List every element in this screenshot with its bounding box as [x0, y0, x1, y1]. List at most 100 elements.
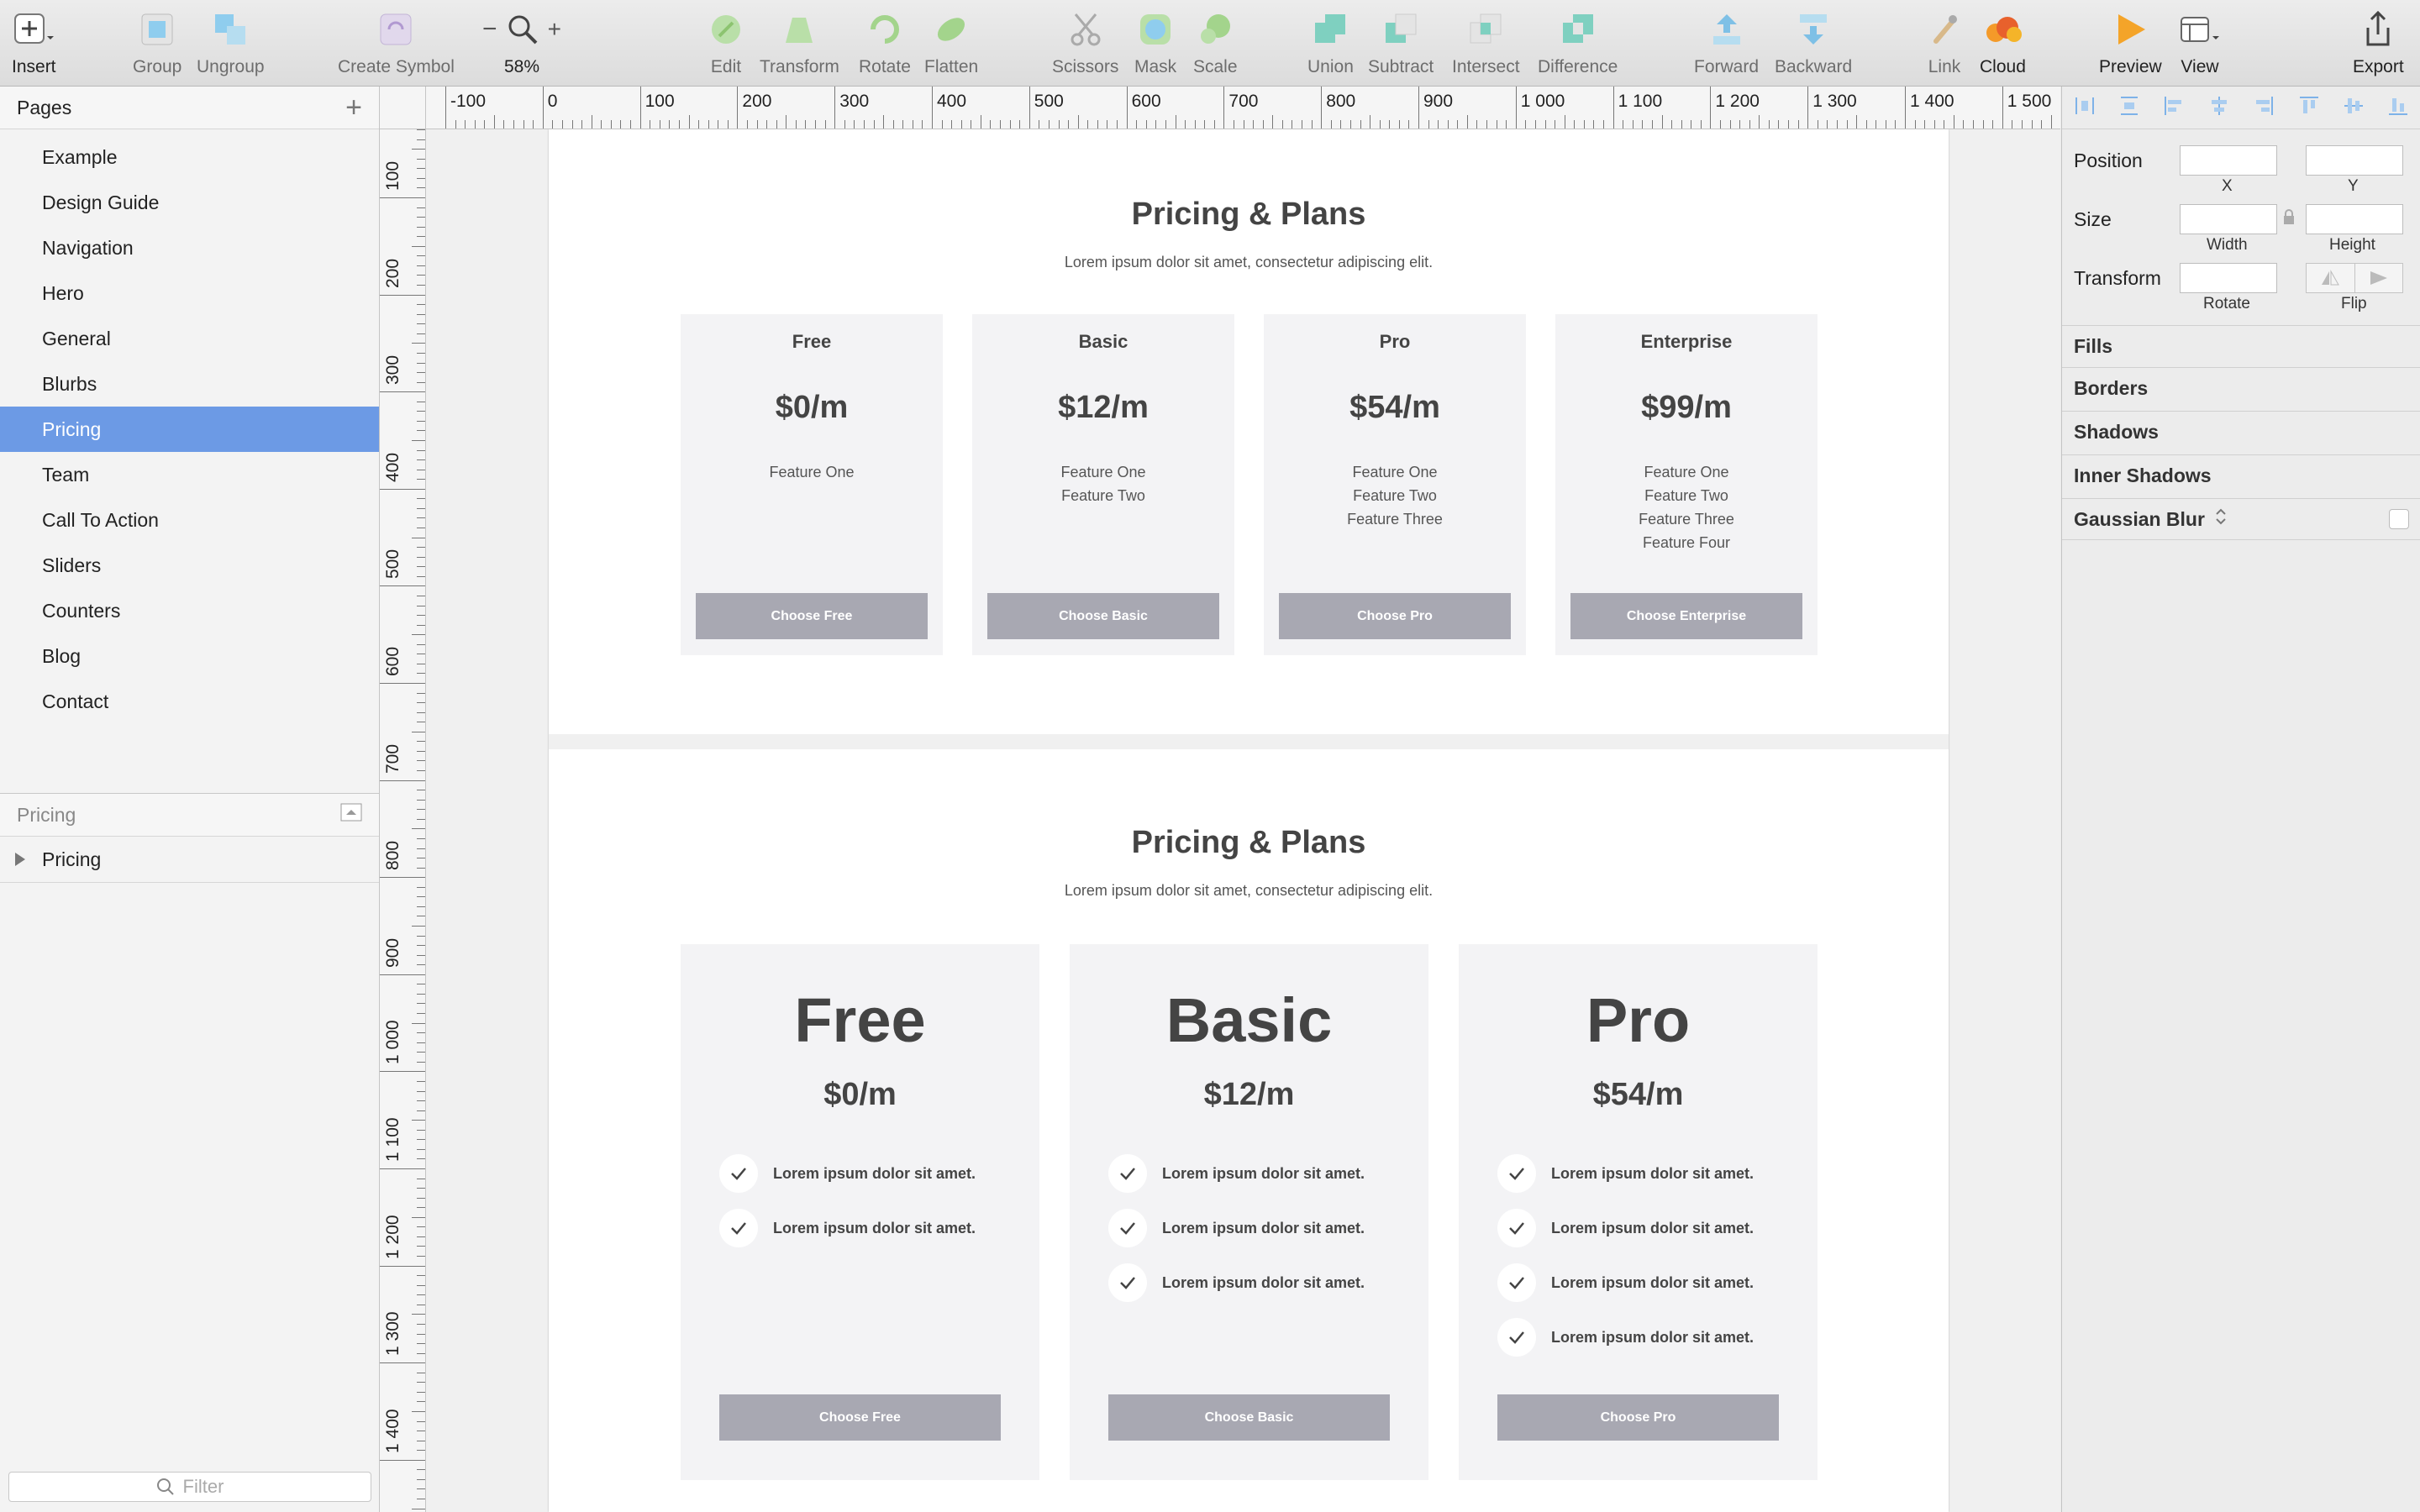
page-item-counters[interactable]: Counters: [0, 588, 379, 633]
difference-button[interactable]: Difference: [1538, 10, 1618, 81]
ruler-tick: [417, 1148, 425, 1150]
union-button[interactable]: Union: [1307, 10, 1354, 81]
gaussian-blur-section[interactable]: Gaussian Blur: [2062, 498, 2420, 540]
checkmark-icon: [1497, 1209, 1536, 1247]
magnifier-icon: [508, 15, 537, 45]
choose-basic-button[interactable]: Choose Basic: [987, 593, 1219, 639]
canvas[interactable]: Pricing & Plans Lorem ipsum dolor sit am…: [426, 129, 2060, 1512]
distribute-horizontal-icon[interactable]: [2074, 95, 2096, 121]
forward-button[interactable]: Forward: [1694, 10, 1759, 81]
disclosure-triangle-icon[interactable]: [13, 852, 27, 867]
page-item-sliders[interactable]: Sliders: [0, 543, 379, 588]
align-center-icon[interactable]: [2208, 95, 2230, 121]
insert-button[interactable]: Insert: [12, 10, 56, 81]
layer-item-pricing[interactable]: Pricing: [0, 837, 379, 883]
flip-horizontal-icon[interactable]: [2307, 264, 2355, 292]
ruler-tick: [746, 120, 748, 129]
align-middle-icon[interactable]: [2343, 95, 2365, 121]
page-item-team[interactable]: Team: [0, 452, 379, 497]
mask-button[interactable]: Mask: [1134, 10, 1176, 81]
export-button[interactable]: Export: [2353, 10, 2404, 81]
large-pricing-card-free[interactable]: Free $0/m Lorem ipsum dolor sit amet. Lo…: [681, 944, 1039, 1480]
choose-pro-button[interactable]: Choose Pro: [1279, 593, 1511, 639]
shadows-section[interactable]: Shadows: [2062, 411, 2420, 453]
lock-icon[interactable]: [2282, 209, 2296, 230]
inner-shadows-section[interactable]: Inner Shadows: [2062, 454, 2420, 496]
align-right-icon[interactable]: [2253, 95, 2275, 121]
choose-enterprise-button[interactable]: Choose Enterprise: [1570, 593, 1802, 639]
flip-buttons[interactable]: [2306, 263, 2403, 293]
pricing-card-basic[interactable]: Basic $12/m Feature One Feature Two Choos…: [972, 314, 1234, 655]
flip-vertical-icon[interactable]: [2355, 264, 2403, 292]
stepper-icon[interactable]: [2215, 507, 2227, 531]
page-item-hero[interactable]: Hero: [0, 270, 379, 316]
ruler-tick: [380, 1168, 425, 1169]
ruler-tick: [417, 624, 425, 626]
preview-button[interactable]: Preview: [2099, 10, 2162, 81]
page-item-blog[interactable]: Blog: [0, 633, 379, 679]
large-pricing-card-pro[interactable]: Pro $54/m Lorem ipsum dolor sit amet. Lo…: [1459, 944, 1818, 1480]
flatten-button[interactable]: Flatten: [924, 10, 978, 81]
link-button[interactable]: Link: [1924, 10, 1965, 81]
choose-basic-button[interactable]: Choose Basic: [1108, 1394, 1390, 1441]
cloud-button[interactable]: Cloud: [1980, 10, 2026, 81]
subtract-button[interactable]: Subtract: [1368, 10, 1434, 81]
ungroup-button[interactable]: Ungroup: [197, 10, 265, 81]
align-left-icon[interactable]: [2163, 95, 2185, 121]
zoom-out-icon[interactable]: −: [482, 15, 497, 44]
vertical-ruler[interactable]: 100 200 300 400 500 600 700 800 900 1 000 1 100 1 2…: [380, 129, 426, 1512]
intersect-button[interactable]: Intersect: [1452, 10, 1520, 81]
align-bottom-icon[interactable]: [2387, 95, 2409, 121]
edit-button[interactable]: Edit: [706, 10, 746, 81]
add-page-icon[interactable]: +: [345, 92, 362, 124]
artboard[interactable]: Pricing & Plans Lorem ipsum dolor sit am…: [549, 129, 1949, 1512]
position-y-field[interactable]: [2306, 145, 2403, 176]
ruler-tick: [2050, 115, 2052, 129]
flatten-icon: [931, 10, 971, 49]
collapse-icon[interactable]: [340, 803, 362, 827]
zoom-in-icon[interactable]: +: [548, 16, 561, 43]
create-symbol-button[interactable]: Create Symbol: [338, 10, 455, 81]
scissors-button[interactable]: Scissors: [1052, 10, 1118, 81]
page-item-navigation[interactable]: Navigation: [0, 225, 379, 270]
page-item-pricing[interactable]: Pricing: [0, 407, 379, 452]
group-button[interactable]: Group: [133, 10, 182, 81]
ruler-tick: [417, 750, 425, 752]
ruler-label: 1 100: [1618, 92, 1663, 111]
ruler-tick: [1992, 120, 1994, 129]
width-field[interactable]: [2180, 204, 2277, 234]
transform-button[interactable]: Transform: [760, 10, 839, 81]
backward-button[interactable]: Backward: [1775, 10, 1852, 81]
gaussian-blur-checkbox[interactable]: [2389, 509, 2409, 529]
pricing-card-pro[interactable]: Pro $54/m Feature One Feature Two Feature …: [1264, 314, 1526, 655]
ruler-tick: [1788, 120, 1790, 129]
pricing-card-enterprise[interactable]: Enterprise $99/m Feature One Feature Two F…: [1555, 314, 1818, 655]
fills-section[interactable]: Fills: [2062, 325, 2420, 367]
page-item-general[interactable]: General: [0, 316, 379, 361]
borders-section[interactable]: Borders: [2062, 367, 2420, 409]
ruler-tick: [417, 1450, 425, 1452]
scale-button[interactable]: Scale: [1193, 10, 1238, 81]
page-item-blurbs[interactable]: Blurbs: [0, 361, 379, 407]
position-x-field[interactable]: [2180, 145, 2277, 176]
rotate-button[interactable]: Rotate: [859, 10, 911, 81]
page-item-example[interactable]: Example: [0, 134, 379, 180]
choose-free-button[interactable]: Choose Free: [696, 593, 928, 639]
page-item-contact[interactable]: Contact: [0, 679, 379, 724]
rotate-field[interactable]: [2180, 263, 2277, 293]
align-top-icon[interactable]: [2298, 95, 2320, 121]
view-button[interactable]: View: [2180, 10, 2220, 81]
choose-pro-button[interactable]: Choose Pro: [1497, 1394, 1779, 1441]
zoom-control[interactable]: − + 58%: [476, 10, 568, 81]
large-pricing-card-basic[interactable]: Basic $12/m Lorem ipsum dolor sit amet. …: [1070, 944, 1428, 1480]
filter-field[interactable]: Filter: [8, 1472, 371, 1502]
distribute-vertical-icon[interactable]: [2118, 95, 2140, 121]
choose-free-button[interactable]: Choose Free: [719, 1394, 1001, 1441]
ruler-label: 1 200: [383, 1215, 402, 1259]
page-item-design-guide[interactable]: Design Guide: [0, 180, 379, 225]
height-field[interactable]: [2306, 204, 2403, 234]
page-item-call-to-action[interactable]: Call To Action: [0, 497, 379, 543]
pricing-card-free[interactable]: Free $0/m Feature One Choose Free: [681, 314, 943, 655]
horizontal-ruler[interactable]: -100 0 100 200 300 400 500 600 700 800 900 1 000 1 1…: [380, 87, 2060, 129]
ruler-label: 500: [383, 549, 402, 580]
